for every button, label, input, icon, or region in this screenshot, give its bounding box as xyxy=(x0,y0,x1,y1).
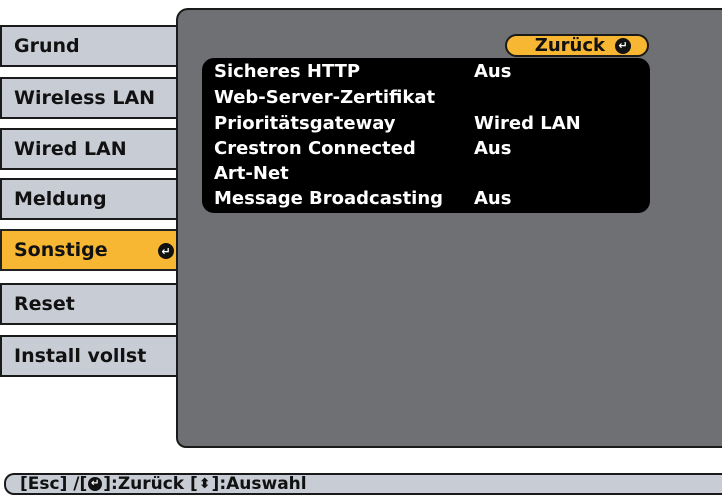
menu-item-label: Sonstige xyxy=(14,239,108,261)
menu-item-label: Install vollst xyxy=(14,345,147,367)
menu-item-label: Wired LAN xyxy=(14,138,127,160)
enter-icon: ↵ xyxy=(158,243,174,259)
menu-item-reset[interactable]: Reset xyxy=(0,283,188,325)
back-button-label: Zurück xyxy=(534,35,605,56)
menu-item-install-vollst[interactable]: Install vollst xyxy=(0,335,188,377)
menu-item-meldung[interactable]: Meldung xyxy=(0,178,188,220)
help-select-text: ]:Auswahl xyxy=(211,474,307,494)
help-esc-text: [Esc] /[ xyxy=(20,474,88,494)
setting-row-prioritaetsgateway[interactable]: Prioritätsgateway Wired LAN xyxy=(202,112,650,138)
setting-row-message-broadcasting[interactable]: Message Broadcasting Aus xyxy=(202,187,650,213)
setting-value: Aus xyxy=(474,138,512,159)
back-button[interactable]: Zurück ↵ xyxy=(505,34,649,57)
setting-value: Aus xyxy=(474,188,512,209)
setting-value: Aus xyxy=(474,61,512,82)
menu-item-label: Grund xyxy=(14,35,80,57)
help-status-bar: [Esc] /[ ↵ ]:Zurück [ ⬍ ]:Auswahl xyxy=(4,473,722,495)
enter-icon: ↵ xyxy=(615,37,631,54)
menu-item-wireless-lan[interactable]: Wireless LAN xyxy=(0,77,188,119)
help-back-text: ]:Zurück [ xyxy=(103,474,198,494)
setting-label: Message Broadcasting xyxy=(214,188,444,209)
menu-item-label: Wireless LAN xyxy=(14,87,156,109)
projector-settings-screen: Grund Wireless LAN Wired LAN Meldung Son… xyxy=(0,0,722,497)
setting-label: Prioritätsgateway xyxy=(214,113,396,134)
setting-value: Wired LAN xyxy=(474,113,581,134)
setting-label: Crestron Connected xyxy=(214,138,416,159)
setting-row-sicheres-http[interactable]: Sicheres HTTP Aus xyxy=(202,60,650,86)
setting-row-crestron-connected[interactable]: Crestron Connected Aus xyxy=(202,137,650,163)
menu-item-label: Meldung xyxy=(14,188,107,210)
menu-item-label: Reset xyxy=(14,293,75,315)
setting-label: Web-Server-Zertifikat xyxy=(214,87,436,108)
setting-label: Sicheres HTTP xyxy=(214,61,361,82)
up-down-arrow-icon: ⬍ xyxy=(198,476,211,492)
enter-icon: ↵ xyxy=(88,477,103,491)
menu-item-sonstige[interactable]: Sonstige ↵ xyxy=(0,229,188,271)
setting-row-art-net[interactable]: Art-Net xyxy=(202,162,650,188)
menu-item-wired-lan[interactable]: Wired LAN xyxy=(0,128,188,170)
setting-row-web-server-zertifikat[interactable]: Web-Server-Zertifikat xyxy=(202,86,650,112)
settings-list: Sicheres HTTP Aus Web-Server-Zertifikat … xyxy=(202,58,650,213)
setting-label: Art-Net xyxy=(214,163,289,184)
menu-item-grund[interactable]: Grund xyxy=(0,25,188,67)
